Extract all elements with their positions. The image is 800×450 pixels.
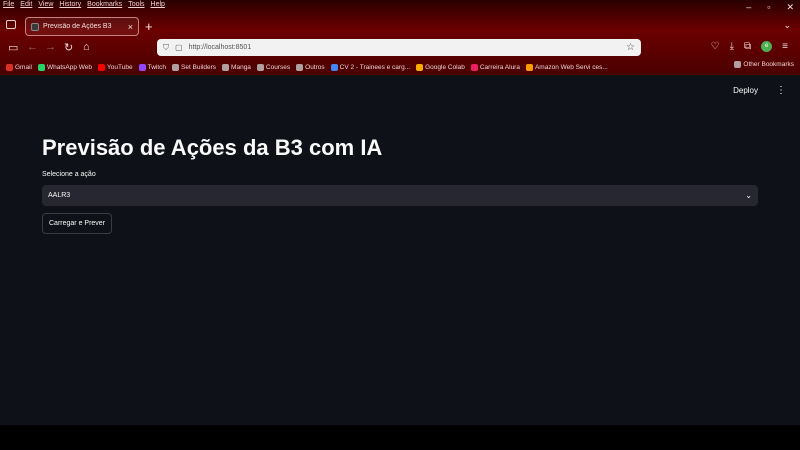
menu-tools[interactable]: Tools xyxy=(128,0,144,10)
toolbar-right: ♡ ⤓ ⧉ e ≡ xyxy=(711,41,788,52)
folder-icon xyxy=(256,63,264,71)
aws-icon xyxy=(525,63,533,71)
navigation-bar: ▭ ← → ↻ ⌂ ⛉ ▢ http://localhost:8501 ☆ ♡ … xyxy=(0,38,800,58)
whatsapp-icon xyxy=(37,63,45,71)
menu-help[interactable]: Help xyxy=(151,0,165,10)
other-bookmarks[interactable]: Other Bookmarks xyxy=(734,61,794,68)
bookmark-item[interactable]: Twitch xyxy=(138,63,166,71)
menu-file[interactable]: File xyxy=(3,0,14,10)
bookmark-item[interactable]: Amazon Web Servi ces... xyxy=(525,63,608,71)
page-title: Previsão de Ações da B3 com IA xyxy=(42,135,383,160)
streamlit-app: Deploy ⋮ Previsão de Ações da B3 com IA … xyxy=(0,75,800,425)
page-info-icon[interactable]: ▢ xyxy=(175,43,183,52)
docs-icon xyxy=(330,63,338,71)
main-menu-icon[interactable]: ⋮ xyxy=(776,85,786,96)
folder-icon xyxy=(172,63,179,71)
tab-strip: Previsão de Ações B3 × + ⌄ xyxy=(0,14,800,36)
twitch-icon xyxy=(138,63,146,71)
window-controls: – ▫ ✕ xyxy=(746,2,794,13)
bookmark-folder[interactable]: Manga xyxy=(222,63,251,71)
bookmark-item[interactable]: Carreira Alura xyxy=(470,63,520,71)
stock-select[interactable]: AALR3 ⌄ xyxy=(42,185,758,206)
url-text[interactable]: http://localhost:8501 xyxy=(189,44,620,51)
pocket-icon[interactable]: ♡ xyxy=(711,41,720,52)
select-label: Selecione a ação xyxy=(42,171,96,178)
folder-icon xyxy=(734,61,742,68)
bookmark-item[interactable]: Gmail xyxy=(6,63,32,71)
app-menu-icon[interactable]: ≡ xyxy=(782,41,788,52)
back-icon[interactable]: ← xyxy=(27,41,38,53)
app-header: Deploy ⋮ xyxy=(733,85,786,96)
tab-list-icon[interactable] xyxy=(6,20,16,29)
bookmark-item[interactable]: YouTube xyxy=(98,63,133,71)
bookmark-folder[interactable]: Set Builders xyxy=(172,63,216,71)
tab-title: Previsão de Ações B3 xyxy=(43,23,112,30)
bookmark-item[interactable]: CV 2 - Trainees e carg... xyxy=(330,63,410,71)
bookmark-folder[interactable]: Courses xyxy=(256,63,290,71)
shield-icon[interactable]: ⛉ xyxy=(163,43,169,53)
stock-select-value: AALR3 xyxy=(48,192,71,199)
taskbar-strip xyxy=(0,425,800,450)
folder-icon xyxy=(222,63,230,71)
downloads-icon[interactable]: ⤓ xyxy=(730,41,734,52)
sidebar-toggle-icon[interactable]: ▭ xyxy=(8,41,18,54)
tab-active[interactable]: Previsão de Ações B3 × xyxy=(25,17,139,36)
menu-bookmarks[interactable]: Bookmarks xyxy=(87,0,122,10)
forward-icon[interactable]: → xyxy=(45,41,56,53)
menu-bar: File Edit View History Bookmarks Tools H… xyxy=(0,0,165,10)
close-tab-icon[interactable]: × xyxy=(128,22,133,32)
bookmark-item[interactable]: WhatsApp Web xyxy=(37,63,92,71)
load-predict-button[interactable]: Carregar e Prever xyxy=(42,213,113,234)
list-all-tabs-icon[interactable]: ⌄ xyxy=(783,20,791,31)
bookmark-star-icon[interactable]: ☆ xyxy=(626,42,635,53)
minimize-button[interactable]: – xyxy=(746,2,751,13)
account-avatar[interactable]: e xyxy=(761,41,773,52)
home-icon[interactable]: ⌂ xyxy=(83,41,90,53)
menu-history[interactable]: History xyxy=(59,0,81,10)
streamlit-favicon-icon xyxy=(31,22,39,31)
reload-icon[interactable]: ↻ xyxy=(64,41,73,54)
bookmark-item[interactable]: Google Colab xyxy=(416,63,465,71)
gmail-icon xyxy=(6,63,13,71)
maximize-button[interactable]: ▫ xyxy=(767,2,770,13)
youtube-icon xyxy=(98,63,106,71)
deploy-button[interactable]: Deploy xyxy=(733,86,758,95)
chevron-down-icon: ⌄ xyxy=(745,191,752,200)
bookmarks-bar: Gmail WhatsApp Web YouTube Twitch Set Bu… xyxy=(0,60,800,74)
bookmark-folder[interactable]: Outros xyxy=(296,63,325,71)
menu-view[interactable]: View xyxy=(38,0,53,10)
close-window-button[interactable]: ✕ xyxy=(786,2,794,13)
folder-icon xyxy=(296,63,304,71)
new-tab-icon[interactable]: + xyxy=(145,19,153,34)
extensions-icon[interactable]: ⧉ xyxy=(744,41,751,52)
menu-edit[interactable]: Edit xyxy=(20,0,32,10)
alura-icon xyxy=(470,63,478,71)
browser-chrome: File Edit View History Bookmarks Tools H… xyxy=(0,0,800,75)
colab-icon xyxy=(416,63,424,71)
address-bar[interactable]: ⛉ ▢ http://localhost:8501 ☆ xyxy=(157,39,641,56)
